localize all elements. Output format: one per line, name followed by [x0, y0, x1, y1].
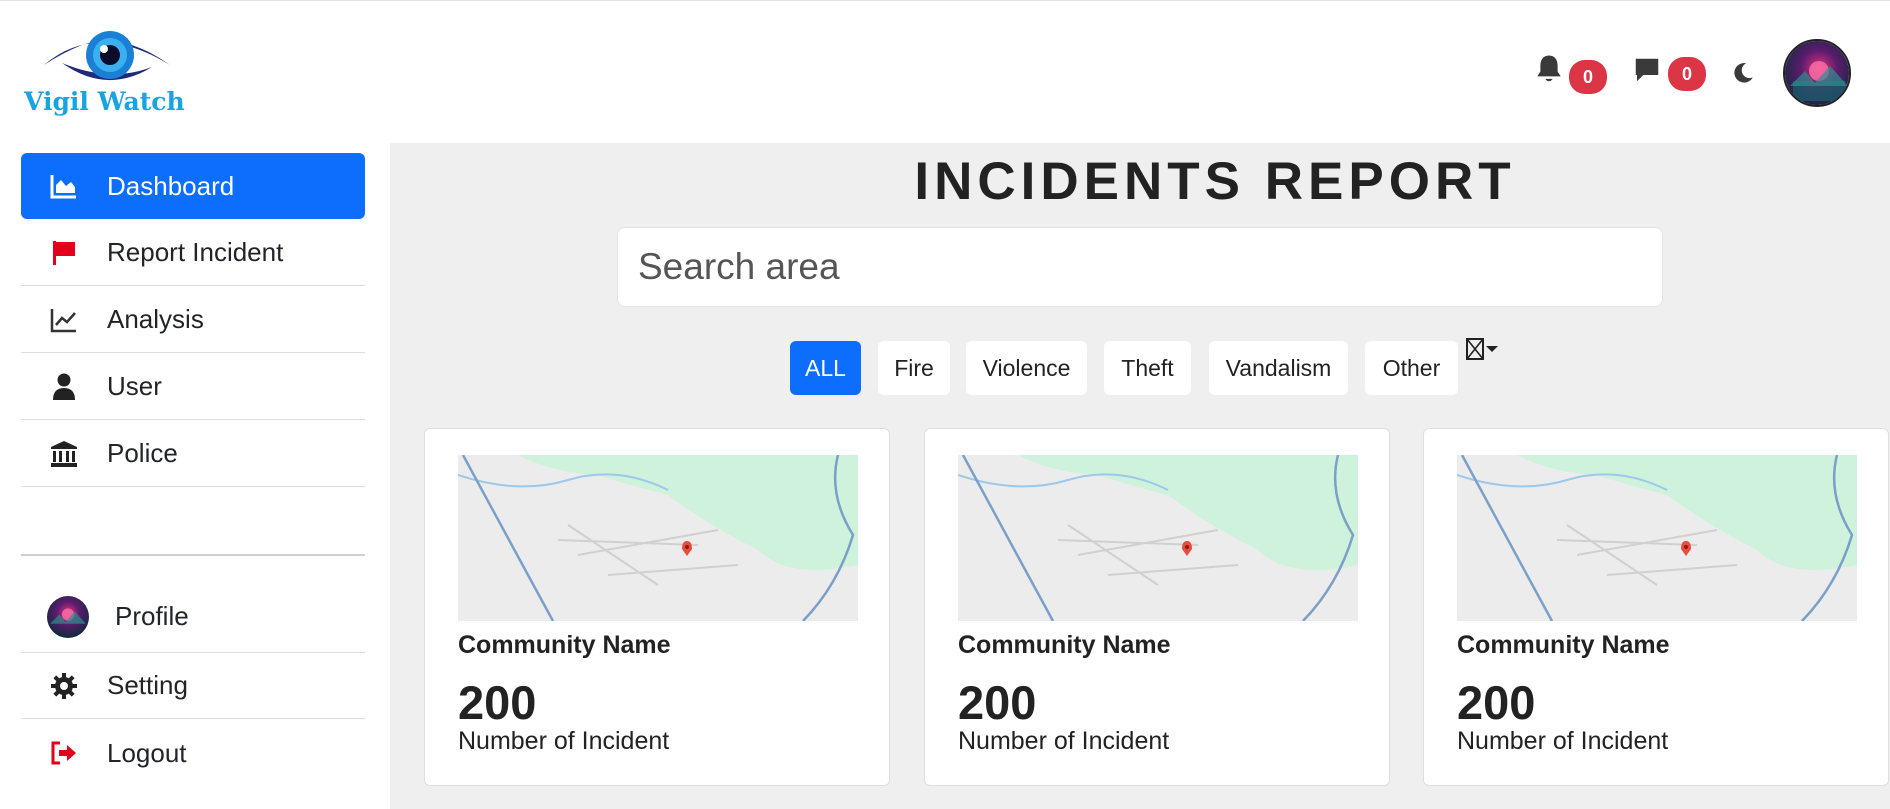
profile-avatar [47, 595, 89, 638]
comment-icon [1635, 58, 1659, 82]
search-box[interactable] [617, 227, 1663, 307]
sidebar: Dashboard Report Incident Analysis User … [0, 143, 390, 809]
sidebar-item-label: Police [107, 438, 178, 468]
incident-count-label: Number of Incident [458, 727, 670, 755]
chart-area-icon [49, 171, 79, 201]
sidebar-item-report-incident[interactable]: Report Incident [21, 220, 365, 286]
map-thumbnail [458, 455, 858, 621]
filter-bar: ALL Fire Violence Theft Vandalism Other [390, 338, 1890, 395]
community-card[interactable]: Community Name 200 Number of Incident [424, 428, 890, 786]
bell-icon [1537, 55, 1561, 82]
top-header: Vigil Watch 0 0 [0, 0, 1890, 143]
filter-vandalism-button[interactable]: Vandalism [1209, 341, 1348, 395]
sidebar-item-label: Dashboard [107, 170, 235, 201]
sidebar-item-label: Profile [115, 601, 189, 631]
filter-more-dropdown[interactable] [1465, 335, 1501, 365]
user-icon [49, 372, 79, 402]
community-card[interactable]: Community Name 200 Number of Incident [1423, 428, 1889, 786]
page-title: INCIDENTS REPORT [914, 152, 1516, 211]
card-title: Community Name [958, 631, 1171, 659]
sidebar-item-label: Report Incident [107, 237, 284, 267]
logout-icon [49, 738, 79, 768]
incident-count: 200 [1457, 676, 1536, 729]
moon-icon [1734, 63, 1753, 83]
sidebar-item-label: User [107, 371, 162, 401]
logo-text: Vigil Watch [24, 87, 185, 116]
filter-other-button[interactable]: Other [1365, 341, 1458, 395]
messages-badge: 0 [1668, 57, 1706, 91]
map-thumbnail [958, 455, 1358, 621]
sidebar-item-logout[interactable]: Logout [21, 720, 365, 786]
community-card[interactable]: Community Name 200 Number of Incident [924, 428, 1390, 786]
filter-all-button[interactable]: ALL [790, 341, 861, 395]
main-content: INCIDENTS REPORT ALL Fire Violence Theft… [390, 143, 1890, 809]
search-input[interactable] [618, 228, 1662, 306]
messages-button[interactable]: 0 [1628, 53, 1708, 97]
incident-count: 200 [958, 676, 1037, 729]
line-chart-icon [49, 305, 79, 335]
incident-count: 200 [458, 676, 537, 729]
sidebar-item-label: Analysis [107, 304, 204, 334]
building-columns-icon [49, 439, 79, 469]
theme-toggle-button[interactable] [1727, 57, 1759, 89]
sidebar-item-label: Setting [107, 670, 188, 700]
sidebar-item-profile[interactable]: Profile [21, 581, 365, 653]
sidebar-item-dashboard[interactable]: Dashboard [21, 153, 365, 219]
incident-count-label: Number of Incident [1457, 727, 1669, 755]
notifications-button[interactable]: 0 [1530, 53, 1610, 97]
gear-icon [49, 671, 79, 701]
sidebar-item-user[interactable]: User [21, 354, 365, 420]
flag-icon [49, 238, 79, 268]
filter-theft-button[interactable]: Theft [1104, 341, 1191, 395]
user-avatar[interactable] [1783, 39, 1851, 107]
sidebar-item-label: Logout [107, 737, 187, 768]
sidebar-item-police[interactable]: Police [21, 421, 365, 487]
map-thumbnail [1457, 455, 1857, 621]
sidebar-item-analysis[interactable]: Analysis [21, 287, 365, 353]
broken-image-dropdown-icon [1466, 338, 1498, 360]
incident-count-label: Number of Incident [958, 727, 1170, 755]
notifications-badge: 0 [1569, 60, 1607, 94]
card-title: Community Name [1457, 631, 1670, 659]
card-title: Community Name [458, 631, 671, 659]
filter-violence-button[interactable]: Violence [966, 341, 1087, 395]
sidebar-item-setting[interactable]: Setting [21, 653, 365, 719]
sidebar-divider [21, 554, 365, 556]
app-logo[interactable]: Vigil Watch [22, 25, 192, 117]
filter-fire-button[interactable]: Fire [878, 341, 950, 395]
eye-logo-icon [44, 31, 170, 81]
